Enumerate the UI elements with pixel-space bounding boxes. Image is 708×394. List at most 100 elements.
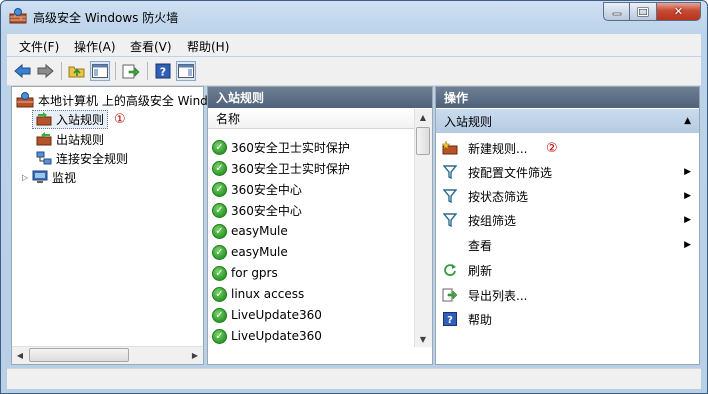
action-pane-icon [178,64,194,78]
connection-security-icon [36,151,52,165]
filter-icon [442,164,458,180]
close-button[interactable]: ✕ [657,2,701,21]
action-label: 帮助 [468,312,493,327]
show-action-pane-button[interactable] [176,61,196,81]
enabled-check-icon: ✓ [212,139,227,155]
filter-icon [442,188,458,204]
minimize-button[interactable] [603,2,630,21]
rule-row[interactable]: ✓ for gprs [212,263,278,283]
tree-item-connection-security-rules[interactable]: 连接安全规则 [36,149,128,167]
actions-section-inbound-rules[interactable]: 入站规则 ▲ [436,109,699,133]
action-new-rule[interactable]: 新建规则... ② [436,136,699,160]
show-console-tree-button[interactable] [90,61,110,81]
section-title: 入站规则 [444,114,493,129]
status-bar [7,368,701,389]
enabled-check-icon: ✓ [212,160,227,176]
action-filter-by-state[interactable]: 按状态筛选 ▶ [436,184,699,208]
rules-pane-header: 入站规则 [208,87,432,108]
collapse-icon[interactable]: ▲ [684,116,691,126]
enabled-check-icon: ✓ [212,286,227,302]
annotation-marker-1: ① [114,111,126,127]
action-help[interactable]: ? 帮助 [436,307,699,331]
export-icon [122,64,140,79]
action-label: 刷新 [468,263,493,278]
tree-item-monitoring[interactable]: ▷ 监视 [22,168,76,186]
scroll-down-icon[interactable]: ▼ [415,331,431,347]
scroll-right-icon[interactable]: ▶ [187,347,203,363]
rules-list-pane: 入站规则 名称 ✓ 360安全卫士实时保护 ✓ 360安全卫士实时保护 ✓ 360安全… [207,86,433,365]
submenu-arrow-icon: ▶ [684,240,691,250]
rule-row[interactable]: ✓ 360安全卫士实时保护 [212,137,350,157]
tree-selection: 入站规则 [32,109,109,129]
rule-row[interactable]: ✓ LiveUpdate360 [212,305,322,325]
menu-file[interactable]: 文件(F) [19,38,59,55]
forward-button[interactable] [35,61,55,81]
firewall-window: 高级安全 Windows 防火墙 ✕ 文件(F) 操作(A) 查看(V) 帮助(… [0,0,708,394]
rule-row[interactable]: ✓ easyMule [212,242,288,262]
action-label: 导出列表... [468,288,528,303]
enabled-check-icon: ✓ [212,265,227,281]
actions-pane: 操作 入站规则 ▲ 新建规则... ② 按配置文件筛选 ▶ 按状态筛选 ▶ 按组… [435,86,700,365]
tree-item-outbound-rules[interactable]: 出站规则 [36,130,104,148]
tree-item-inbound-rules[interactable]: 入站规则 ① [32,109,126,129]
minimize-icon [612,12,621,15]
rule-name: 360安全中心 [231,182,302,197]
rule-row[interactable]: ✓ linux access [212,284,304,304]
column-header-name[interactable]: 名称 [208,109,416,129]
action-filter-by-group[interactable]: 按组筛选 ▶ [436,208,699,232]
rule-name: 360安全卫士实时保护 [231,161,350,176]
help-icon: ? [155,63,171,79]
action-refresh[interactable]: 刷新 [436,258,699,282]
action-view[interactable]: 查看 ▶ [436,233,699,257]
inbound-rules-icon [36,112,52,126]
folder-up-icon [68,66,85,78]
enabled-check-icon: ✓ [212,223,227,239]
rule-name: 360安全中心 [231,203,302,218]
rule-row[interactable]: ✓ LiveUpdate360 [212,326,322,346]
action-export-list[interactable]: 导出列表... [436,283,699,307]
scrollbar-thumb[interactable] [416,127,430,155]
action-label: 按状态筛选 [468,189,529,204]
scrollbar-thumb[interactable] [29,348,129,362]
scroll-left-icon[interactable]: ◀ [12,347,28,363]
action-label: 新建规则... [468,141,528,156]
back-icon [14,63,31,79]
rule-name: easyMule [231,245,288,259]
firewall-app-icon [9,8,27,24]
toolbar: ? [7,57,701,86]
help-button[interactable]: ? [153,61,173,81]
action-label: 查看 [468,238,493,253]
rule-name: easyMule [231,224,288,238]
tree-root[interactable]: 本地计算机 上的高级安全 Wind [16,91,208,109]
svg-text:?: ? [160,66,166,79]
menu-help[interactable]: 帮助(H) [187,38,229,55]
window-title: 高级安全 Windows 防火墙 [33,11,179,25]
outbound-rules-icon [36,132,52,146]
rule-name: linux access [231,287,305,301]
rule-row[interactable]: ✓ 360安全中心 [212,179,302,199]
action-filter-by-profile[interactable]: 按配置文件筛选 ▶ [436,160,699,184]
tree-item-label: 监视 [52,170,77,185]
menu-action[interactable]: 操作(A) [74,38,116,55]
scroll-up-icon[interactable]: ▲ [415,109,431,125]
toolbar-separator [147,62,148,80]
rules-vertical-scrollbar[interactable]: ▲ ▼ [414,109,432,347]
rule-row[interactable]: ✓ easyMule [212,221,288,241]
tree-horizontal-scrollbar[interactable]: ◀ ▶ [12,346,203,364]
submenu-arrow-icon: ▶ [684,215,691,225]
expand-arrow-icon[interactable]: ▷ [22,173,32,182]
help-icon: ? [442,311,458,327]
menu-bar: 文件(F) 操作(A) 查看(V) 帮助(H) [7,34,701,56]
up-one-level-button[interactable] [67,61,87,81]
export-button[interactable] [121,61,141,81]
rule-row[interactable]: ✓ 360安全中心 [212,200,302,220]
rule-row[interactable]: ✓ 360安全卫士实时保护 [212,158,350,178]
monitoring-icon [32,170,48,183]
maximize-button[interactable] [630,2,657,21]
rule-name: for gprs [231,266,278,280]
title-bar[interactable]: 高级安全 Windows 防火墙 ✕ [1,1,707,31]
close-icon: ✕ [673,5,684,18]
back-button[interactable] [13,61,33,81]
menu-view[interactable]: 查看(V) [130,38,172,55]
tree-item-label: 出站规则 [56,132,105,147]
